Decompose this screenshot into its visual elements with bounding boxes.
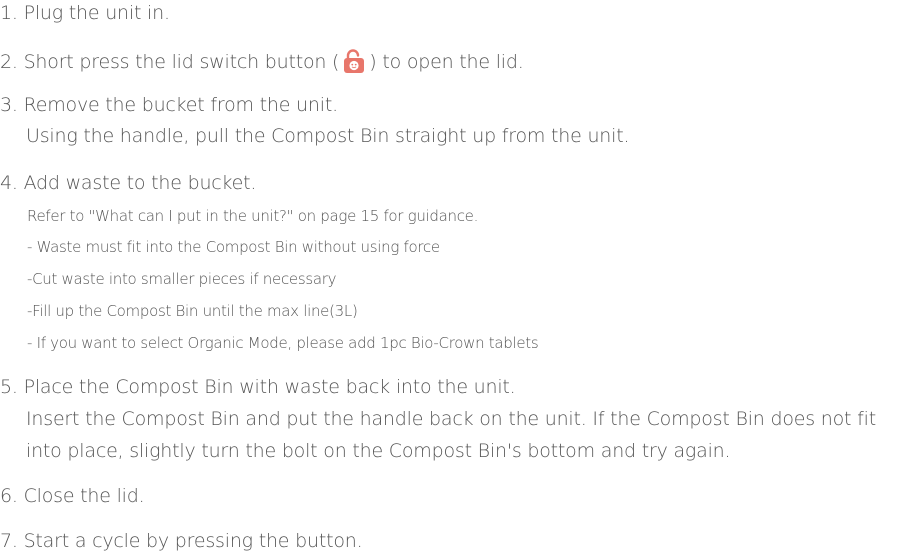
- instructions-document: 1. Plug the unit in. 2. Short press the …: [0, 0, 903, 556]
- step-2-text-after: ) to open the lid.: [369, 51, 524, 73]
- step-5: 5. Place the Compost Bin with waste back…: [0, 376, 516, 398]
- step-4-reference: Refer to "What can I put in the unit?" o…: [27, 207, 479, 225]
- step-7: 7. Start a cycle by pressing the button.: [0, 530, 363, 552]
- step-4-bullet-2: -Cut waste into smaller pieces if necess…: [27, 270, 337, 288]
- step-1: 1. Plug the unit in.: [0, 2, 170, 24]
- step-5-detail-2: into place, slightly turn the bolt on th…: [26, 440, 731, 462]
- unlock-icon: [341, 48, 367, 74]
- step-5-detail-1: Insert the Compost Bin and put the handl…: [26, 408, 876, 430]
- step-4: 4. Add waste to the bucket.: [0, 172, 257, 194]
- step-4-bullet-4: - If you want to select Organic Mode, pl…: [27, 334, 539, 352]
- step-6: 6. Close the lid.: [0, 485, 145, 507]
- step-3-detail: Using the handle, pull the Compost Bin s…: [26, 125, 630, 147]
- step-2: 2. Short press the lid switch button ( )…: [0, 48, 524, 74]
- step-4-bullet-3: -Fill up the Compost Bin until the max l…: [27, 302, 358, 320]
- step-4-bullet-1: - Waste must fit into the Compost Bin wi…: [27, 238, 440, 256]
- step-3: 3. Remove the bucket from the unit.: [0, 94, 338, 116]
- step-2-text-before: 2. Short press the lid switch button (: [0, 51, 340, 73]
